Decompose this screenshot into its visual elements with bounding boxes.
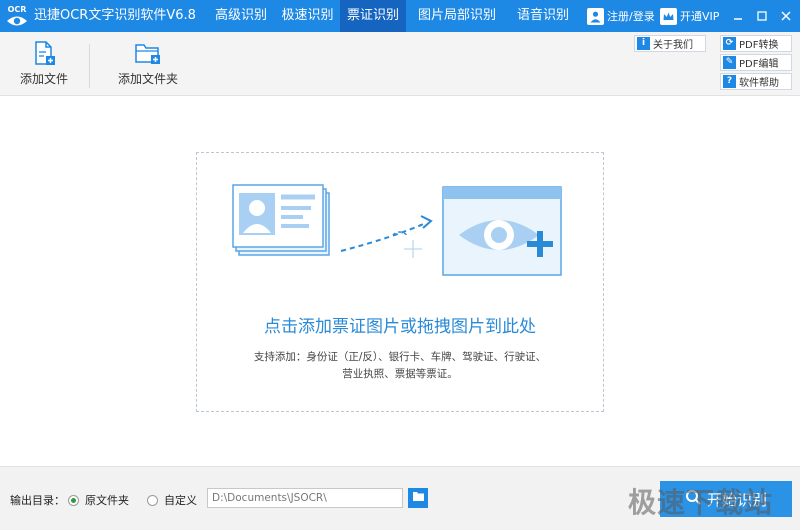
user-card-icon: i <box>637 37 650 50</box>
add-file-icon <box>4 40 84 66</box>
tab-fast-recognition[interactable]: 极速识别 <box>275 0 340 32</box>
folder-icon <box>412 491 425 505</box>
output-path-input[interactable] <box>207 488 403 508</box>
vip-label: 开通VIP <box>680 10 720 23</box>
pdf-edit-label: PDF编辑 <box>739 59 779 70</box>
move-cross-icon <box>404 240 422 258</box>
tab-advanced-recognition[interactable]: 高级识别 <box>207 0 275 32</box>
drop-zone-description: 支持添加：身份证（正/反）、银行卡、车牌、驾驶证、行驶证、 营业执照、票据等票证… <box>197 349 603 383</box>
convert-icon: ⟳ <box>723 37 736 50</box>
id-card-stack-icon <box>232 184 330 256</box>
add-file-button[interactable]: 添加文件 <box>4 40 84 92</box>
close-icon[interactable] <box>774 0 798 32</box>
vip-button[interactable]: 开通VIP <box>660 0 719 32</box>
user-icon <box>587 7 604 25</box>
radio-dot-selected <box>68 494 79 506</box>
add-file-label: 添加文件 <box>19 72 68 86</box>
radio-dot-unselected <box>147 494 158 506</box>
radio-original-label: 原文件夹 <box>85 494 129 507</box>
toolbar-divider <box>89 44 90 88</box>
tab-voice-recognition[interactable]: 语音识别 <box>508 0 578 32</box>
add-folder-button[interactable]: 添加文件夹 <box>94 40 202 92</box>
pdf-convert-button[interactable]: ⟳ PDF转换 <box>720 35 792 52</box>
output-dir-label: 输出目录： <box>10 494 65 507</box>
supported-types-line2: 营业执照、票据等票证。 <box>342 368 458 380</box>
maximize-icon[interactable] <box>750 0 774 32</box>
login-button[interactable]: 注册/登录 <box>587 0 655 32</box>
ocr-logo-icon: OCR <box>4 2 30 30</box>
title-bar: OCR 迅捷OCR文字识别软件V6.8 高级识别 极速识别 票证识别 图片局部识… <box>0 0 800 32</box>
footer-bar: 输出目录： 原文件夹 自定义 开始识别 极速下载站 <box>0 466 800 530</box>
eye-window-icon <box>442 186 562 276</box>
edit-icon: ✎ <box>723 56 736 69</box>
add-folder-label: 添加文件夹 <box>117 72 178 86</box>
help-label: 软件帮助 <box>739 78 779 89</box>
tab-partial-image-recognition[interactable]: 图片局部识别 <box>406 0 508 32</box>
browse-folder-button[interactable] <box>408 488 428 508</box>
logo-text: OCR <box>8 5 27 14</box>
add-folder-icon <box>94 40 202 66</box>
drop-illustration <box>231 183 571 281</box>
pdf-edit-button[interactable]: ✎ PDF编辑 <box>720 54 792 71</box>
vip-crown-icon <box>660 7 677 25</box>
watermark-text: 极速下载站 <box>628 486 774 519</box>
help-button[interactable]: ? 软件帮助 <box>720 73 792 90</box>
drop-zone-title: 点击添加票证图片或拖拽图片到此处 <box>264 317 536 337</box>
help-icon: ? <box>723 75 736 88</box>
toolbar: 添加文件 添加文件夹 i 关于我们 ⟳ PDF转换 ✎ PDF编辑 ? 软件帮助 <box>0 32 800 96</box>
drop-zone[interactable]: 点击添加票证图片或拖拽图片到此处 支持添加：身份证（正/反）、银行卡、车牌、驾驶… <box>196 152 604 412</box>
about-us-button[interactable]: i 关于我们 <box>634 35 706 52</box>
minimize-icon[interactable] <box>726 0 750 32</box>
radio-custom-folder[interactable]: 自定义 <box>147 492 197 508</box>
tab-ticket-recognition[interactable]: 票证识别 <box>340 0 406 32</box>
radio-original-folder[interactable]: 原文件夹 <box>68 492 129 508</box>
radio-custom-label: 自定义 <box>164 494 197 507</box>
about-us-label: 关于我们 <box>653 40 693 51</box>
supported-types-line1: 支持添加：身份证（正/反）、银行卡、车牌、驾驶证、行驶证、 <box>253 351 547 363</box>
app-title: 迅捷OCR文字识别软件V6.8 <box>34 8 196 23</box>
pdf-convert-label: PDF转换 <box>739 40 779 51</box>
login-label: 注册/登录 <box>607 10 655 23</box>
